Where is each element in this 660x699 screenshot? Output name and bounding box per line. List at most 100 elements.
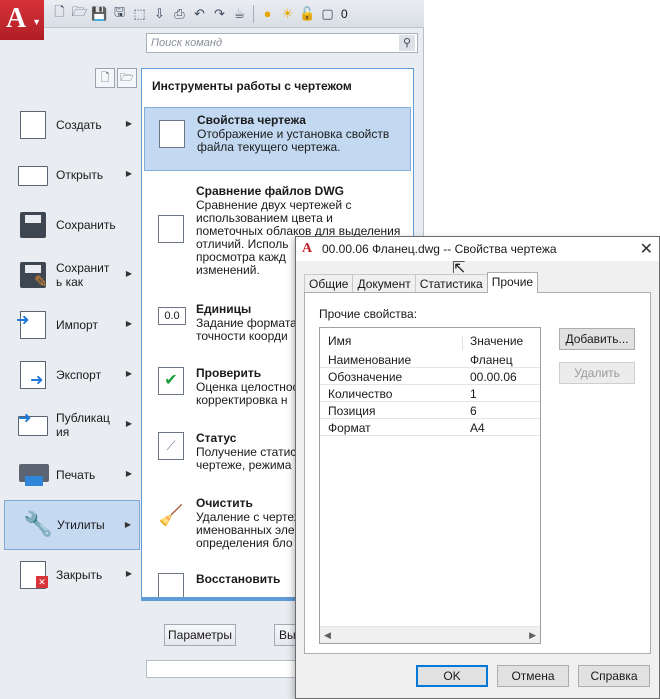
close-document-icon: ✕ xyxy=(16,558,52,592)
chevron-down-icon: ▼ xyxy=(32,17,41,27)
column-header-name[interactable]: Имя xyxy=(328,334,351,348)
undo-icon[interactable]: ↶ xyxy=(190,4,209,24)
print-icon[interactable]: ⎙ xyxy=(170,4,189,24)
save-icon xyxy=(16,208,52,242)
menu-item-save-as[interactable]: ✎ Сохранит ь как ▶ xyxy=(4,250,140,300)
scroll-left-icon[interactable]: ◀ xyxy=(324,630,331,641)
list-item[interactable]: Количество 1 xyxy=(320,385,540,402)
list-item[interactable]: Позиция 6 xyxy=(320,402,540,419)
property-name: Количество xyxy=(328,387,393,401)
match-properties-icon[interactable]: ☕ xyxy=(230,4,249,24)
chevron-right-icon: ▶ xyxy=(125,569,132,578)
chevron-right-icon: ▶ xyxy=(125,369,132,378)
menu-item-label: Сохранит ь как xyxy=(56,261,110,289)
property-value: 00.00.06 xyxy=(470,370,517,384)
menu-item-label: Закрыть xyxy=(56,568,103,582)
menu-item-label: Утилиты xyxy=(57,518,105,532)
menu-item-label: Публикац ия xyxy=(56,411,110,439)
audit-check-icon: ✔ xyxy=(158,367,184,395)
property-value: A4 xyxy=(470,421,485,435)
chevron-right-icon: ▶ xyxy=(125,419,132,428)
web-open-icon[interactable]: ⬚ xyxy=(130,4,149,24)
ok-button[interactable]: OK xyxy=(416,665,488,687)
delete-property-button[interactable]: Удалить xyxy=(559,362,635,384)
new-document-icon xyxy=(16,108,52,142)
dialog-titlebar[interactable]: A 00.00.06 Фланец.dwg -- Свойства чертеж… xyxy=(296,237,659,261)
add-property-button[interactable]: Добавить... xyxy=(559,328,635,350)
close-icon[interactable]: ✕ xyxy=(640,239,653,259)
cancel-button[interactable]: Отмена xyxy=(497,665,569,687)
lightbulb-icon[interactable]: ● xyxy=(258,4,277,24)
tab-document[interactable]: Документ xyxy=(352,274,416,293)
open-file-icon[interactable]: 🗁 xyxy=(70,4,89,24)
tab-other[interactable]: Прочие xyxy=(486,272,539,293)
tab-panel-other: Прочие свойства: Имя Значение Наименован… xyxy=(304,292,651,654)
command-search-input[interactable]: Поиск команд ⚲ xyxy=(146,33,418,53)
export-icon: ➜ xyxy=(16,358,52,392)
save-icon[interactable]: 💾 xyxy=(90,4,109,24)
recover-icon xyxy=(158,573,184,599)
list-item[interactable]: Обозначение 00.00.06 xyxy=(320,368,540,385)
menu-item-utilities[interactable]: 🔧 Утилиты ▶ xyxy=(4,500,140,550)
chevron-right-icon: ▶ xyxy=(125,269,132,278)
menu-item-export[interactable]: ➜ Экспорт ▶ xyxy=(4,350,140,400)
menu-item-save[interactable]: Сохранить xyxy=(4,200,140,250)
chevron-right-icon: ▶ xyxy=(125,469,132,478)
sun-icon[interactable]: ☀ xyxy=(278,4,297,24)
recent-documents-icon[interactable]: 🗋 xyxy=(95,68,115,88)
options-button[interactable]: Параметры xyxy=(164,624,236,646)
menu-item-print[interactable]: Печать ▶ xyxy=(4,450,140,500)
custom-properties-list[interactable]: Имя Значение Наименование Фланец Обознач… xyxy=(319,327,541,644)
current-layer-value[interactable]: 0 xyxy=(341,7,348,21)
list-item[interactable]: Формат A4 xyxy=(320,419,540,436)
tab-general[interactable]: Общие xyxy=(304,274,354,293)
open-documents-icon[interactable]: 🗁 xyxy=(117,68,137,88)
list-item[interactable]: Наименование Фланец xyxy=(320,351,540,368)
redo-icon[interactable]: ↷ xyxy=(210,4,229,24)
chevron-right-icon: ▶ xyxy=(125,119,132,128)
purge-broom-icon: 🧹 xyxy=(158,503,184,531)
submenu-item-title: Сравнение файлов DWG xyxy=(196,184,344,198)
property-name: Наименование xyxy=(328,353,412,367)
scroll-right-icon[interactable]: ▶ xyxy=(529,630,536,641)
property-name: Формат xyxy=(328,421,371,435)
list-header: Имя Значение xyxy=(320,332,540,350)
layer-color-swatch-icon[interactable]: ▢ xyxy=(318,4,337,24)
dialog-tabs: Общие Документ Статистика Прочие xyxy=(304,272,539,293)
application-button[interactable]: A ▼ xyxy=(0,0,44,40)
import-icon: ➜ xyxy=(16,308,52,342)
menu-item-close[interactable]: ✕ Закрыть ▶ xyxy=(4,550,140,600)
units-icon: 0.0 xyxy=(158,307,186,325)
open-folder-icon xyxy=(16,158,52,192)
web-save-icon[interactable]: ⇩ xyxy=(150,4,169,24)
search-placeholder: Поиск команд xyxy=(151,37,223,49)
property-value: 6 xyxy=(470,404,477,418)
column-header-value[interactable]: Значение xyxy=(470,334,523,348)
utilities-wrench-icon: 🔧 xyxy=(23,511,53,538)
menu-item-open[interactable]: Открыть ▶ xyxy=(4,150,140,200)
property-name: Обозначение xyxy=(328,370,403,384)
menu-item-label: Сохранить xyxy=(56,218,116,232)
menu-item-publish[interactable]: ➜ Публикац ия ▶ xyxy=(4,400,140,450)
menu-item-import[interactable]: ➜ Импорт ▶ xyxy=(4,300,140,350)
save-as-icon: ✎ xyxy=(16,258,52,292)
search-icon[interactable]: ⚲ xyxy=(399,35,415,51)
menu-item-label: Открыть xyxy=(56,168,104,182)
help-button[interactable]: Справка xyxy=(578,665,650,687)
new-file-icon[interactable]: 🗋 xyxy=(50,4,69,24)
property-value: Фланец xyxy=(470,353,513,367)
quick-access-toolbar: 🗋 🗁 💾 🖫 ⬚ ⇩ ⎙ ↶ ↷ ☕ ● ☀ 🔓 ▢ 0 xyxy=(44,0,424,28)
menu-item-new[interactable]: Создать ▶ xyxy=(4,100,140,150)
save-as-icon[interactable]: 🖫 xyxy=(110,4,129,24)
application-menu-list: Создать ▶ Открыть ▶ Сохранить ✎ Сохранит… xyxy=(4,100,140,600)
chevron-right-icon: ▶ xyxy=(125,169,132,178)
lock-icon[interactable]: 🔓 xyxy=(298,4,317,24)
horizontal-scrollbar[interactable]: ◀ ▶ xyxy=(320,626,540,643)
drawing-properties-dialog: A 00.00.06 Фланец.dwg -- Свойства чертеж… xyxy=(295,236,660,699)
submenu-item-drawing-properties[interactable]: Свойства чертежа Отображение и установка… xyxy=(144,107,411,171)
recent-docs-view-buttons: 🗋 🗁 xyxy=(95,68,137,88)
menu-item-label: Экспорт xyxy=(56,368,102,382)
chevron-right-icon: ▶ xyxy=(124,520,131,529)
bottom-scrollbar[interactable] xyxy=(146,660,296,678)
print-icon xyxy=(16,458,52,492)
